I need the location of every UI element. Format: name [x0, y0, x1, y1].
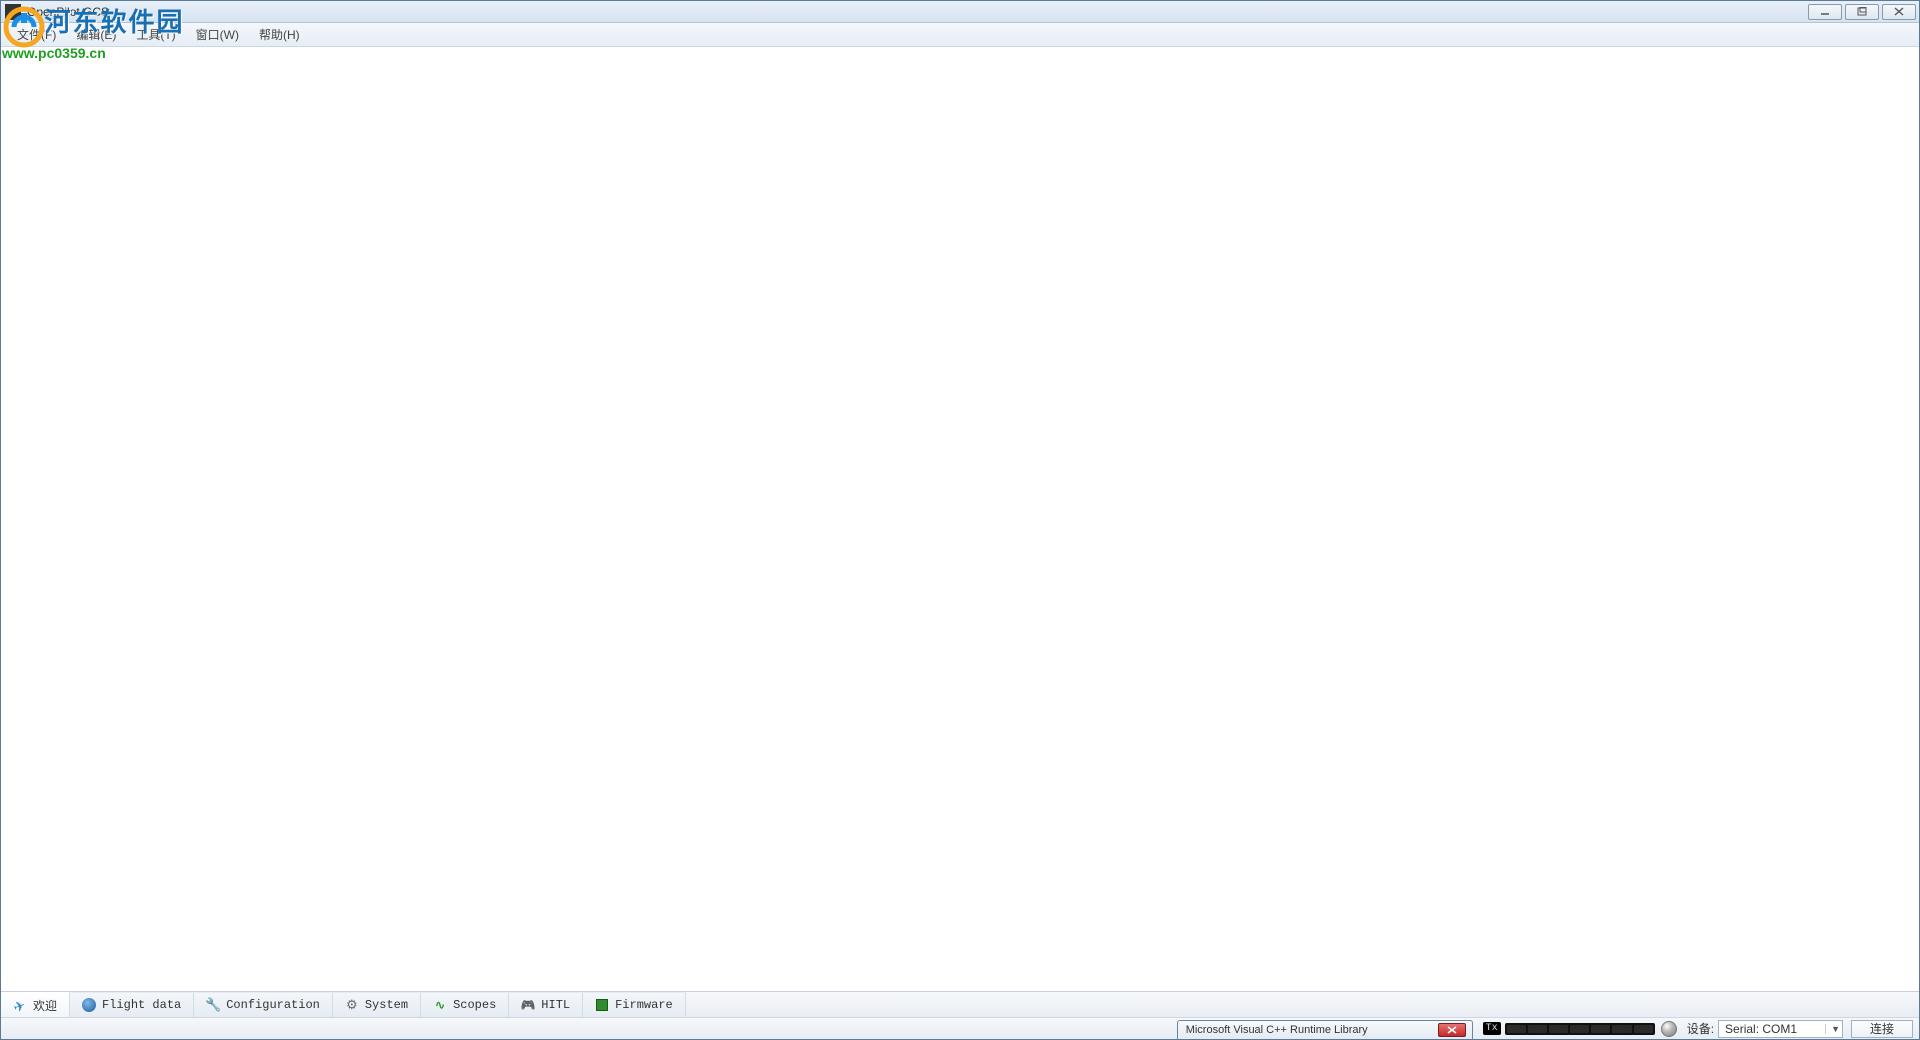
menu-edit[interactable]: 编辑(E)	[66, 23, 126, 47]
connect-button[interactable]: 连接	[1851, 1020, 1913, 1038]
dialog-title: Microsoft Visual C++ Runtime Library	[1186, 1024, 1368, 1036]
wrench-icon: 🔧	[206, 998, 220, 1012]
maximize-button[interactable]	[1845, 4, 1879, 20]
tab-firmware[interactable]: Firmware	[583, 992, 686, 1017]
tab-configuration[interactable]: 🔧 Configuration	[194, 992, 333, 1017]
gamepad-icon: 🎮	[521, 998, 535, 1012]
tab-flight-data-label: Flight data	[102, 998, 181, 1012]
close-icon	[1894, 7, 1904, 16]
tab-scopes-label: Scopes	[453, 998, 496, 1012]
chip-icon	[595, 998, 609, 1012]
chevron-down-icon: ▼	[1825, 1024, 1840, 1034]
scope-icon: ∿	[433, 998, 447, 1012]
rx-indicator-icon	[1661, 1021, 1677, 1037]
menu-help[interactable]: 帮助(H)	[249, 23, 310, 47]
device-value: Serial: COM1	[1725, 1022, 1797, 1036]
tx-label: Tx	[1483, 1022, 1501, 1035]
x-icon	[1447, 1026, 1457, 1034]
plane-icon: ✈	[11, 996, 29, 1014]
tx-indicator: Tx	[1483, 1022, 1655, 1035]
tab-system[interactable]: ⚙ System	[333, 992, 421, 1017]
tab-hitl[interactable]: 🎮 HITL	[509, 992, 583, 1017]
tab-welcome-label: 欢迎	[33, 997, 57, 1014]
app-window: OpenPilot GCS 文件(F) 编辑(E) 工具(T) 窗口(W) 帮助…	[0, 0, 1920, 1040]
globe-icon	[82, 998, 96, 1012]
tab-hitl-label: HITL	[541, 998, 570, 1012]
titlebar: OpenPilot GCS	[1, 1, 1919, 23]
window-title: OpenPilot GCS	[25, 5, 109, 19]
tab-scopes[interactable]: ∿ Scopes	[421, 992, 509, 1017]
minimize-button[interactable]	[1808, 4, 1842, 20]
taskbar-dialog-tab[interactable]: Microsoft Visual C++ Runtime Library	[1177, 1020, 1473, 1039]
dialog-close-button[interactable]	[1438, 1023, 1466, 1037]
device-combo[interactable]: Serial: COM1 ▼	[1718, 1020, 1843, 1038]
maximize-icon	[1857, 7, 1867, 16]
menubar: 文件(F) 编辑(E) 工具(T) 窗口(W) 帮助(H)	[1, 23, 1919, 47]
tx-meter	[1505, 1023, 1655, 1035]
minimize-icon	[1820, 8, 1830, 16]
menu-tools[interactable]: 工具(T)	[126, 23, 185, 47]
content-area	[1, 47, 1919, 991]
connect-label: 连接	[1870, 1020, 1894, 1037]
tab-welcome[interactable]: ✈ 欢迎	[1, 992, 70, 1017]
gear-icon: ⚙	[345, 998, 359, 1012]
close-button[interactable]	[1882, 4, 1916, 20]
tab-firmware-label: Firmware	[615, 998, 673, 1012]
statusbar: Microsoft Visual C++ Runtime Library Tx …	[1, 1017, 1919, 1039]
tab-flight-data[interactable]: Flight data	[70, 992, 194, 1017]
device-label: 设备:	[1687, 1020, 1714, 1037]
menu-window[interactable]: 窗口(W)	[186, 23, 249, 47]
tab-configuration-label: Configuration	[226, 998, 320, 1012]
tab-system-label: System	[365, 998, 408, 1012]
menu-file[interactable]: 文件(F)	[7, 23, 66, 47]
bottom-tabs: ✈ 欢迎 Flight data 🔧 Configuration ⚙ Syste…	[1, 991, 1919, 1017]
app-icon	[5, 4, 21, 20]
